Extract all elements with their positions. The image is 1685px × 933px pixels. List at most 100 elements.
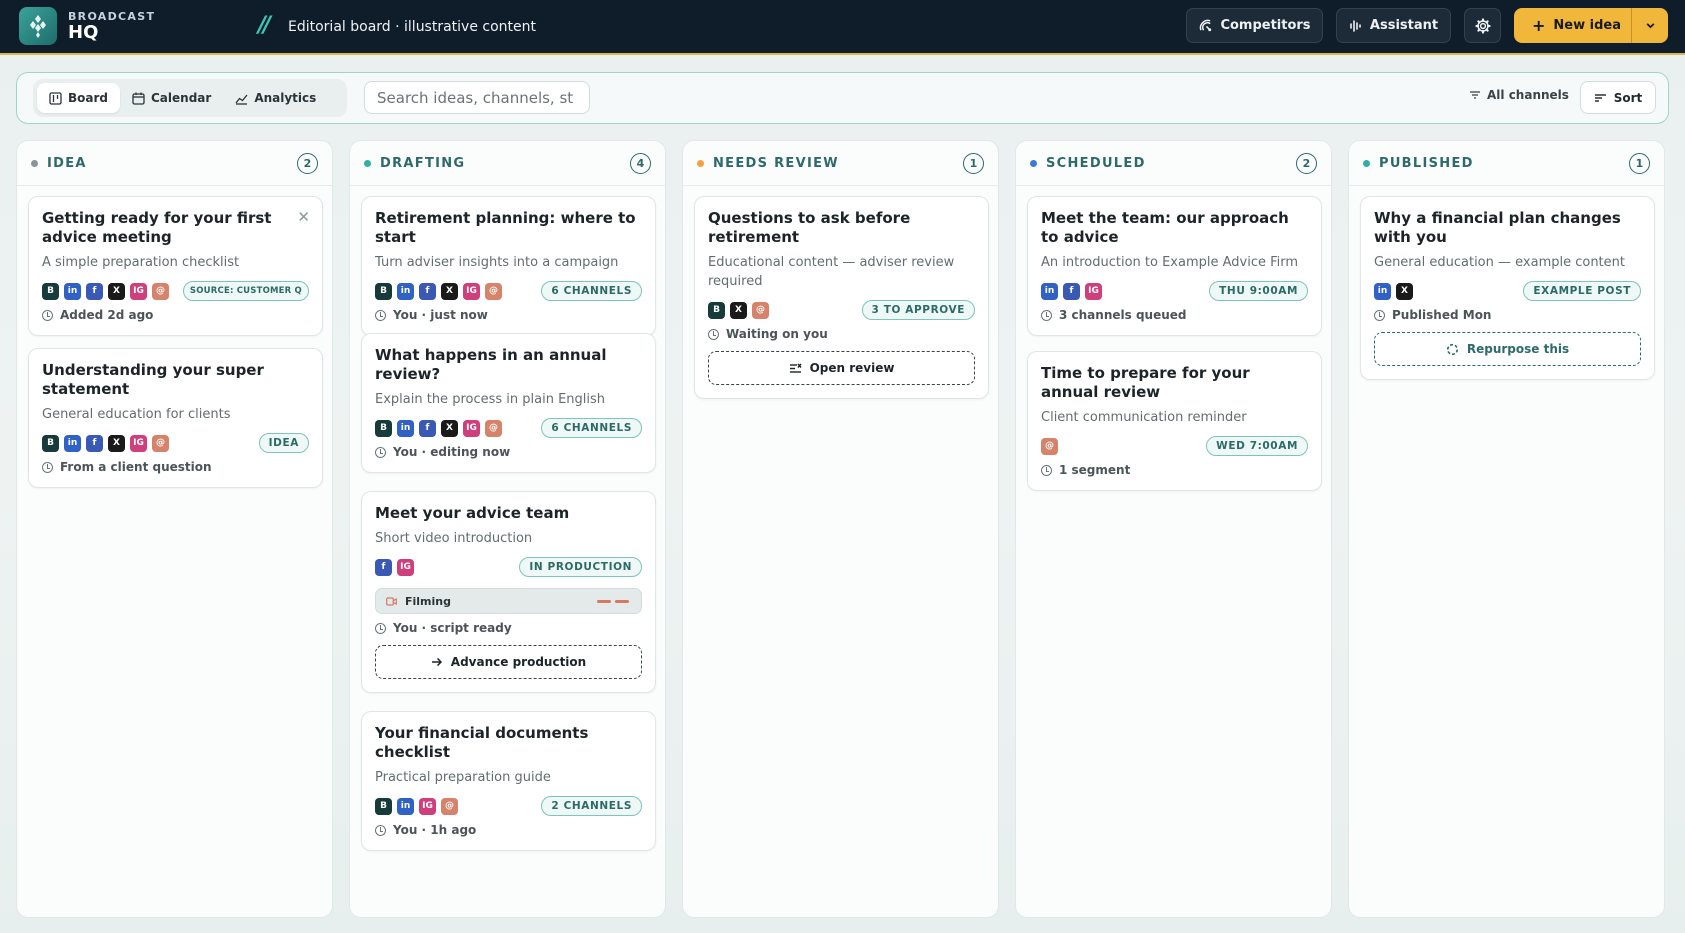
column-count: 1 xyxy=(1629,153,1650,174)
progress-indicator xyxy=(597,600,629,603)
new-idea-dropdown-button[interactable] xyxy=(1631,8,1668,43)
competitors-button[interactable]: Competitors xyxy=(1186,8,1323,43)
refresh-icon xyxy=(1446,343,1458,355)
column-header: DRAFTING 4 xyxy=(350,141,665,186)
column-header: SCHEDULED 2 xyxy=(1016,141,1331,186)
assistant-button[interactable]: Assistant xyxy=(1336,8,1451,43)
tab-board-label: Board xyxy=(68,91,108,105)
new-idea-button[interactable]: + New idea xyxy=(1514,8,1631,43)
tab-board[interactable]: Board xyxy=(37,83,120,113)
status-badge: 6 CHANNELS xyxy=(541,281,642,301)
card-bottom-spacer xyxy=(375,459,642,472)
instagram-icon: IG xyxy=(130,434,147,452)
content-card[interactable]: Meet the team: our approach to advice An… xyxy=(1027,196,1322,336)
content-card[interactable]: Why a financial plan changes with you Ge… xyxy=(1360,196,1655,380)
card-subtitle: Short video introduction xyxy=(375,531,533,546)
x-icon: X xyxy=(1396,282,1413,300)
card-title: Getting ready for your first advice meet… xyxy=(42,209,272,246)
linkedin-icon: in xyxy=(397,282,414,300)
card-title: Your financial documents checklist xyxy=(375,724,589,761)
email-icon: @ xyxy=(441,797,458,815)
clock-icon xyxy=(375,824,386,836)
view-tabs: Board Calendar Analytics xyxy=(33,79,347,117)
content-card[interactable]: Understanding your super statement Gener… xyxy=(28,348,323,488)
card-title: Understanding your super statement xyxy=(42,361,264,398)
tab-analytics[interactable]: Analytics xyxy=(223,83,328,113)
clock-icon xyxy=(708,328,719,340)
channel-b-icon: B xyxy=(42,282,59,300)
channel-row: Bin f X IG @ 6 CHANNELS xyxy=(375,418,642,438)
linkedin-icon: in xyxy=(397,797,414,815)
content-card[interactable]: Your financial documents checklist Pract… xyxy=(361,711,656,851)
column-idea: IDEA 2 ✕ Getting ready for your first adv… xyxy=(16,140,333,918)
x-icon: X xyxy=(441,419,458,437)
column-count: 4 xyxy=(630,153,651,174)
tab-calendar[interactable]: Calendar xyxy=(120,83,223,113)
linkedin-icon: in xyxy=(64,282,81,300)
content-card[interactable]: Retirement planning: where to start Turn… xyxy=(361,196,656,336)
channel-b-icon: B xyxy=(375,419,392,437)
card-meta-text: You · 1h ago xyxy=(393,823,477,837)
content-card[interactable]: Questions to ask before retirement Educa… xyxy=(694,196,989,399)
card-title: Why a financial plan changes with you xyxy=(1374,209,1621,246)
breadcrumb-separator: // xyxy=(258,13,271,38)
plus-icon: + xyxy=(1532,16,1546,35)
sort-icon xyxy=(1594,93,1606,102)
card-action-button[interactable]: Advance production xyxy=(375,645,642,679)
content-card[interactable]: Meet your advice team Short video introd… xyxy=(361,491,656,693)
card-meta: You · script ready xyxy=(375,621,642,635)
linkedin-icon: in xyxy=(1041,282,1058,300)
card-meta-text: You · editing now xyxy=(393,445,511,459)
column-header: NEEDS REVIEW 1 xyxy=(683,141,998,186)
column-title: PUBLISHED xyxy=(1379,155,1474,171)
card-subtitle: Turn adviser insights into a campaign xyxy=(375,255,619,270)
card-action-button[interactable]: Repurpose this xyxy=(1374,332,1641,366)
facebook-icon: f xyxy=(1063,282,1080,300)
channel-filter-label: All channels xyxy=(1487,88,1569,102)
gear-icon xyxy=(1474,17,1491,34)
facebook-icon: f xyxy=(375,558,392,576)
channel-row: f IG IN PRODUCTION xyxy=(375,557,642,577)
clock-icon xyxy=(1374,309,1385,321)
instagram-icon: IG xyxy=(397,558,414,576)
linkedin-icon: in xyxy=(1374,282,1391,300)
tab-analytics-label: Analytics xyxy=(254,91,317,105)
status-dot xyxy=(1363,159,1370,167)
card-bottom-spacer xyxy=(42,474,309,487)
status-badge: 3 TO APPROVE xyxy=(861,300,975,320)
brand-logo[interactable] xyxy=(19,7,57,45)
search-input[interactable]: Search ideas, channels, st xyxy=(364,81,590,114)
card-bottom-spacer xyxy=(708,385,975,398)
card-action-button[interactable]: Open review xyxy=(708,351,975,385)
assistant-label: Assistant xyxy=(1369,18,1439,33)
sort-label: Sort xyxy=(1613,90,1643,105)
settings-button[interactable] xyxy=(1464,8,1501,43)
card-meta: You · 1h ago xyxy=(375,823,642,837)
card-title: Meet the team: our approach to advice xyxy=(1041,209,1289,246)
sort-button[interactable]: Sort xyxy=(1580,81,1656,114)
column-count: 1 xyxy=(963,153,984,174)
competitors-label: Competitors xyxy=(1220,18,1311,33)
new-idea-label: New idea xyxy=(1553,18,1621,33)
arrow-right-icon xyxy=(431,657,442,667)
column-drafting: DRAFTING 4 Retirement planning: where to… xyxy=(349,140,666,918)
card-title: Meet your advice team xyxy=(375,504,570,522)
content-card[interactable]: What happens in an annual review? Explai… xyxy=(361,333,656,473)
tab-calendar-label: Calendar xyxy=(151,91,212,105)
chart-icon xyxy=(235,94,248,105)
column-header: IDEA 2 xyxy=(17,141,332,186)
channel-row: Bin f X IG @ IDEA xyxy=(42,433,309,453)
column-scheduled: SCHEDULED 2 Meet the team: our approach … xyxy=(1015,140,1332,918)
content-card[interactable]: Time to prepare for your annual review C… xyxy=(1027,351,1322,491)
content-card[interactable]: ✕ Getting ready for your first advice mee… xyxy=(28,196,323,336)
chevron-down-icon xyxy=(1646,23,1654,29)
email-icon: @ xyxy=(152,282,169,300)
clock-icon xyxy=(42,461,53,473)
close-icon[interactable]: ✕ xyxy=(297,208,310,226)
card-meta: 3 channels queued xyxy=(1041,308,1308,322)
column-header: PUBLISHED 1 xyxy=(1349,141,1664,186)
card-meta: You · editing now xyxy=(375,445,642,459)
channel-filter[interactable]: All channels xyxy=(1469,88,1569,102)
card-title: Time to prepare for your annual review xyxy=(1041,364,1250,401)
channel-row: Bin IG @ 2 CHANNELS xyxy=(375,796,642,816)
